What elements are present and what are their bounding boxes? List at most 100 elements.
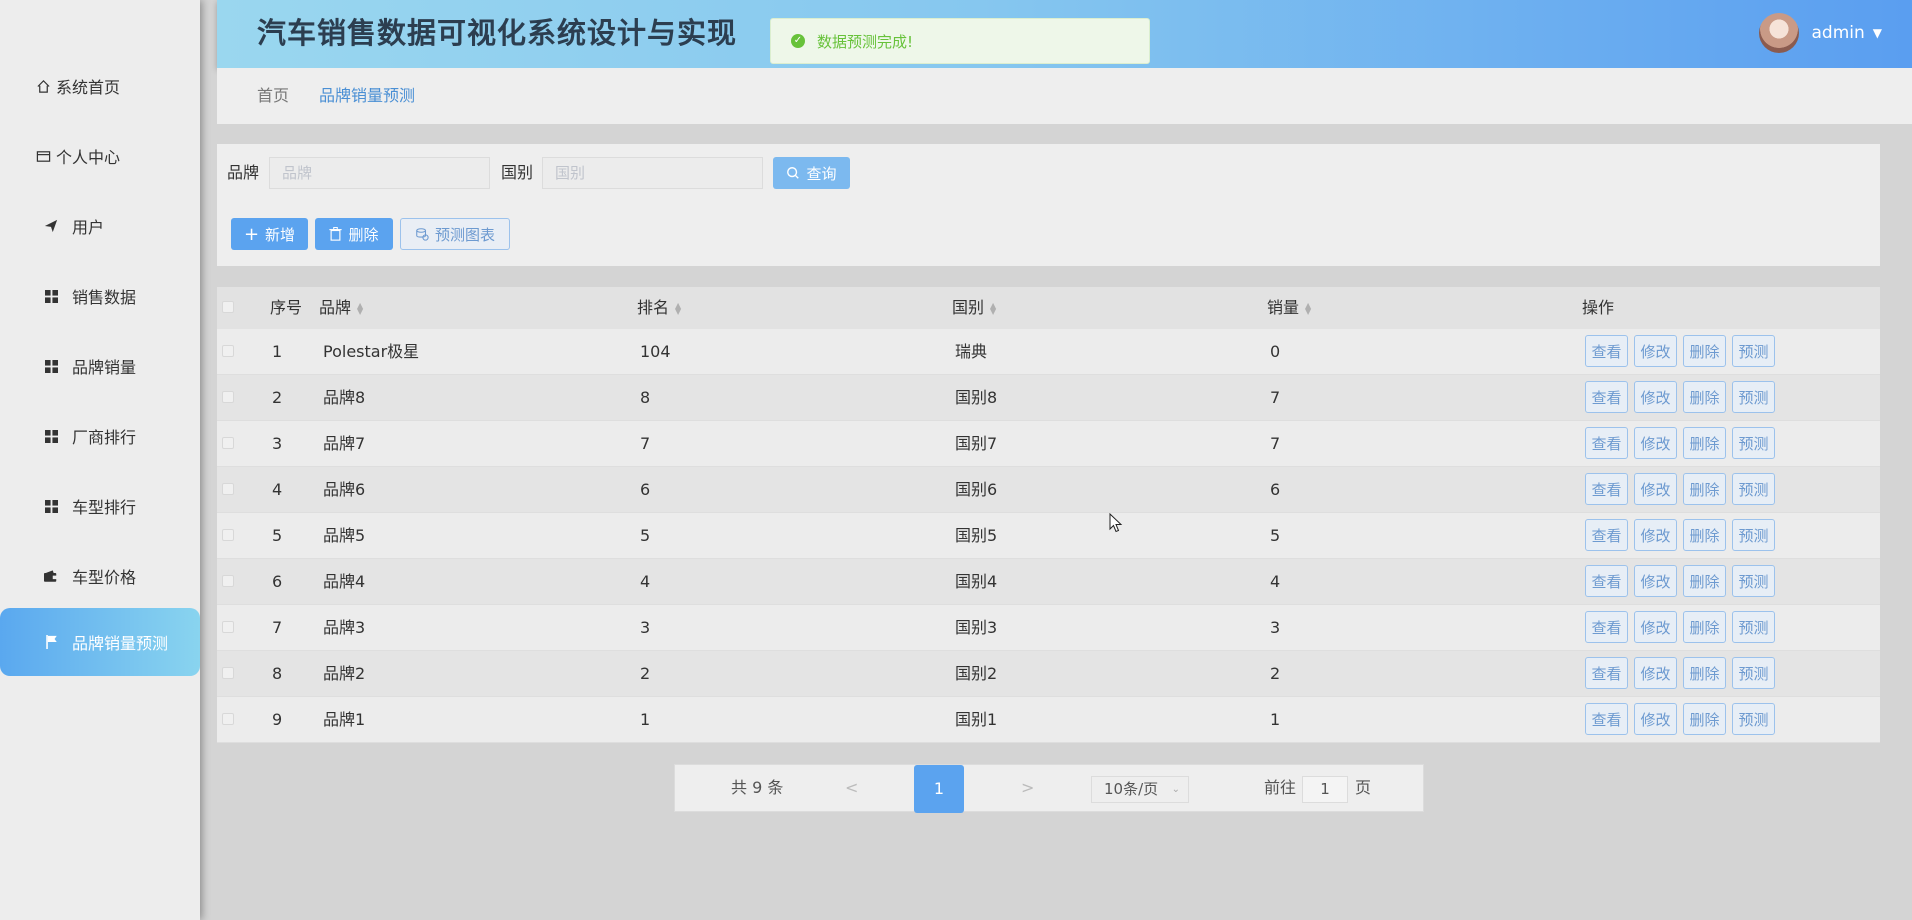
sidebar-item-sales-data[interactable]: 销售数据	[0, 262, 200, 330]
view-button[interactable]: 查看	[1585, 611, 1628, 643]
edit-button[interactable]: 修改	[1634, 703, 1677, 735]
row-checkbox[interactable]	[222, 345, 234, 357]
page-number-current[interactable]: 1	[914, 765, 964, 813]
row-country: 国别8	[955, 388, 998, 407]
edit-button[interactable]: 修改	[1634, 335, 1677, 367]
edit-button[interactable]: 修改	[1634, 473, 1677, 505]
username[interactable]: admin	[1811, 23, 1864, 43]
forecast-button[interactable]: 预测	[1732, 703, 1775, 735]
page-size-select[interactable]: 10条/页 ⌄	[1091, 776, 1189, 803]
chevron-down-icon: ⌄	[1171, 784, 1180, 795]
view-button[interactable]: 查看	[1585, 427, 1628, 459]
table-row[interactable]: 2 品牌8 8 国别8 7 查看 修改 删除 预测	[217, 375, 1880, 421]
table-row[interactable]: 9 品牌1 1 国别1 1 查看 修改 删除 预测	[217, 697, 1880, 743]
view-button[interactable]: 查看	[1585, 335, 1628, 367]
column-header-country[interactable]: 国别 ▲ ▼	[952, 287, 996, 329]
sidebar-item-label: 车型价格	[72, 568, 137, 587]
row-checkbox[interactable]	[222, 529, 234, 541]
column-header-rank-label: 排名	[637, 298, 670, 317]
top-header: 汽车销售数据可视化系统设计与实现 ✓ 数据预测完成! admin ▼	[217, 0, 1912, 68]
goto-page-input[interactable]: 1	[1302, 776, 1348, 803]
view-button[interactable]: 查看	[1585, 657, 1628, 689]
forecast-button[interactable]: 预测	[1732, 565, 1775, 597]
forecast-button[interactable]: 预测	[1732, 427, 1775, 459]
user-menu[interactable]: admin ▼	[1759, 12, 1882, 54]
sidebar-item-model-ranking[interactable]: 车型排行	[0, 472, 200, 540]
breadcrumb-home[interactable]: 首页	[257, 68, 289, 124]
table-row[interactable]: 4 品牌6 6 国别6 6 查看 修改 删除 预测	[217, 467, 1880, 513]
sidebar-item-model-price[interactable]: 车型价格	[0, 542, 200, 610]
view-button[interactable]: 查看	[1585, 703, 1628, 735]
row-checkbox[interactable]	[222, 621, 234, 633]
table-row[interactable]: 5 品牌5 5 国别5 5 查看 修改 删除 预测	[217, 513, 1880, 559]
caret-down-icon[interactable]: ▼	[1873, 26, 1882, 40]
view-button[interactable]: 查看	[1585, 519, 1628, 551]
sort-icon[interactable]: ▲ ▼	[990, 301, 996, 315]
select-all-checkbox[interactable]	[222, 301, 234, 313]
row-checkbox[interactable]	[222, 483, 234, 495]
next-page-button[interactable]: >	[1021, 765, 1034, 811]
sort-icon[interactable]: ▲ ▼	[675, 301, 681, 315]
delete-row-button[interactable]: 删除	[1683, 703, 1726, 735]
brand-search-input[interactable]: 品牌	[269, 157, 490, 189]
avatar[interactable]	[1759, 13, 1800, 53]
forecast-chart-button[interactable]: 预测图表	[400, 218, 510, 250]
row-brand: 品牌7	[323, 434, 366, 453]
edit-button[interactable]: 修改	[1634, 657, 1677, 689]
view-button[interactable]: 查看	[1585, 381, 1628, 413]
row-checkbox[interactable]	[222, 391, 234, 403]
forecast-button[interactable]: 预测	[1732, 381, 1775, 413]
delete-row-button[interactable]: 删除	[1683, 473, 1726, 505]
row-checkbox[interactable]	[222, 575, 234, 587]
sidebar-item-personal-center[interactable]: 个人中心	[0, 122, 200, 190]
row-checkbox[interactable]	[222, 437, 234, 449]
column-header-brand[interactable]: 品牌 ▲ ▼	[319, 287, 363, 329]
delete-button[interactable]: 删除	[315, 218, 393, 250]
forecast-button[interactable]: 预测	[1732, 335, 1775, 367]
delete-row-button[interactable]: 删除	[1683, 381, 1726, 413]
view-button[interactable]: 查看	[1585, 565, 1628, 597]
table-row[interactable]: 8 品牌2 2 国别2 2 查看 修改 删除 预测	[217, 651, 1880, 697]
delete-row-button[interactable]: 删除	[1683, 657, 1726, 689]
view-button[interactable]: 查看	[1585, 473, 1628, 505]
sort-icon[interactable]: ▲ ▼	[357, 301, 363, 315]
column-header-rank[interactable]: 排名 ▲ ▼	[637, 287, 681, 329]
delete-row-button[interactable]: 删除	[1683, 565, 1726, 597]
edit-button[interactable]: 修改	[1634, 611, 1677, 643]
prev-page-button[interactable]: <	[845, 765, 858, 811]
forecast-button[interactable]: 预测	[1732, 657, 1775, 689]
delete-row-button[interactable]: 删除	[1683, 335, 1726, 367]
query-button[interactable]: 查询	[773, 157, 850, 189]
column-header-sales[interactable]: 销量 ▲ ▼	[1267, 287, 1311, 329]
country-search-input[interactable]: 国别	[542, 157, 763, 189]
sidebar-item-maker-ranking[interactable]: 厂商排行	[0, 402, 200, 470]
sidebar-item-brand-sales[interactable]: 品牌销量	[0, 332, 200, 400]
edit-button[interactable]: 修改	[1634, 565, 1677, 597]
grid-icon	[42, 427, 60, 445]
table-row[interactable]: 6 品牌4 4 国别4 4 查看 修改 删除 预测	[217, 559, 1880, 605]
home-icon	[34, 77, 52, 95]
delete-row-button[interactable]: 删除	[1683, 427, 1726, 459]
edit-button[interactable]: 修改	[1634, 427, 1677, 459]
row-rank: 2	[640, 664, 651, 683]
table-row[interactable]: 1 Polestar极星 104 瑞典 0 查看 修改 删除 预测	[217, 329, 1880, 375]
edit-button[interactable]: 修改	[1634, 381, 1677, 413]
delete-row-button[interactable]: 删除	[1683, 611, 1726, 643]
forecast-button[interactable]: 预测	[1732, 473, 1775, 505]
row-actions: 查看 修改 删除 预测	[1585, 519, 1775, 551]
row-sales: 2	[1270, 664, 1281, 683]
delete-row-button[interactable]: 删除	[1683, 519, 1726, 551]
data-table: 序号 品牌 ▲ ▼ 排名 ▲ ▼ 国别 ▲ ▼ 销量 ▲ ▼ 操作 1 Polestar极星 104…	[217, 287, 1880, 743]
row-checkbox[interactable]	[222, 713, 234, 725]
sidebar-item-users[interactable]: 用户	[0, 192, 200, 260]
sidebar-item-brand-sales-forecast[interactable]: 品牌销量预测	[0, 608, 200, 676]
sidebar-item-home[interactable]: 系统首页	[0, 52, 200, 120]
edit-button[interactable]: 修改	[1634, 519, 1677, 551]
row-checkbox[interactable]	[222, 667, 234, 679]
forecast-button[interactable]: 预测	[1732, 519, 1775, 551]
table-row[interactable]: 3 品牌7 7 国别7 7 查看 修改 删除 预测	[217, 421, 1880, 467]
sort-icon[interactable]: ▲ ▼	[1305, 301, 1311, 315]
add-button[interactable]: + 新增	[231, 218, 308, 250]
table-row[interactable]: 7 品牌3 3 国别3 3 查看 修改 删除 预测	[217, 605, 1880, 651]
forecast-button[interactable]: 预测	[1732, 611, 1775, 643]
